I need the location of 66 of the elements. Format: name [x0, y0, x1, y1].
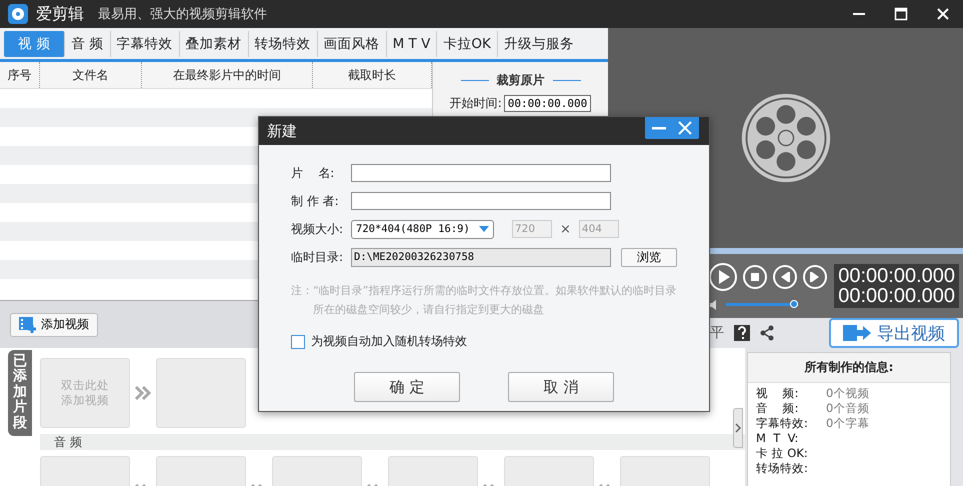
tab[interactable]: 卡拉OK	[437, 30, 498, 56]
volume-thumb[interactable]	[790, 300, 798, 308]
tab[interactable]: 转场特效	[248, 30, 318, 56]
title-label: 片 名:	[291, 164, 336, 182]
clip-slot[interactable]	[156, 358, 246, 428]
column-header[interactable]: 文件名	[40, 62, 142, 88]
chevron-icon	[135, 386, 151, 400]
author-input[interactable]	[351, 192, 611, 210]
info-value: 0个字幕	[826, 416, 870, 431]
volume-slider[interactable]	[726, 303, 798, 306]
start-time-field[interactable]: 00:00:00.000	[504, 95, 592, 112]
tab[interactable]: M T V	[386, 30, 438, 56]
tab[interactable]: 音 频	[65, 30, 111, 56]
info-label: 音 频:	[756, 401, 800, 416]
total-time: 00:00:00.000	[838, 286, 955, 306]
film-add-icon	[19, 316, 37, 332]
tab[interactable]: 画面风格	[318, 30, 387, 56]
tab[interactable]: 升级与服务	[498, 30, 580, 56]
maximize-icon	[894, 7, 908, 21]
info-title: 所有制作的信息:	[748, 353, 950, 383]
temp-dir-label: 临时目录:	[291, 248, 344, 266]
column-header[interactable]: 序号	[0, 62, 40, 88]
trim-title: 裁剪原片	[460, 72, 580, 89]
add-video-button[interactable]: 添加视频	[10, 312, 98, 336]
app-logo-icon	[8, 4, 28, 24]
dialog-close-button[interactable]	[677, 120, 693, 136]
info-value: 0个视频	[826, 386, 870, 401]
times-sign: ×	[560, 222, 571, 236]
app-name: 爱剪辑	[36, 4, 84, 24]
export-icon	[843, 324, 871, 342]
info-label: 转场特效:	[756, 461, 809, 476]
dropdown-arrow-icon	[479, 226, 489, 232]
ok-button[interactable]: 确 定	[354, 372, 460, 402]
info-label: 卡 拉 OK:	[756, 446, 809, 461]
author-label: 制 作 者:	[291, 192, 340, 210]
chevron-right-icon	[735, 423, 741, 433]
video-size-dropdown[interactable]: 720*404(480P 16:9)	[351, 220, 494, 238]
column-header[interactable]: 在最终影片中的时间	[142, 62, 313, 88]
cancel-button[interactable]: 取 消	[508, 372, 614, 402]
auto-transition-checkbox[interactable]	[291, 334, 305, 348]
browse-button[interactable]: 浏览	[621, 248, 677, 266]
audio-section-label: 音 频	[40, 434, 745, 450]
tab[interactable]: 视 频	[4, 30, 66, 56]
video-size-label: 视频大小:	[291, 220, 344, 238]
start-time-label: 开始时间:	[450, 95, 502, 112]
export-video-button[interactable]: 导出视频	[829, 318, 959, 348]
info-label: 视 频:	[756, 386, 800, 401]
auto-transition-label: 为视频自动加入随机转场特效	[311, 333, 467, 350]
temp-dir-field[interactable]: D:\ME20200326230758	[351, 248, 611, 266]
help-icon[interactable]	[734, 325, 750, 341]
platform-label: 平	[710, 324, 724, 342]
collapse-button[interactable]	[733, 408, 743, 448]
note-text: 注：“临时目录”指程序运行所需的临时文件存放位置。如果软件默认的临时目录所在的磁盘空间较少，请自行指定到更大的磁盘	[291, 283, 677, 318]
info-label: M T V:	[756, 431, 800, 446]
tab[interactable]: 叠加素材	[180, 30, 249, 56]
info-value: 0个音频	[826, 401, 870, 416]
current-time: 00:00:00.000	[838, 266, 955, 286]
share-icon[interactable]	[760, 325, 774, 341]
added-clips-tab[interactable]: 已添加片段	[8, 350, 32, 436]
close-icon	[678, 121, 692, 135]
app-tagline: 最易用、强大的视频剪辑软件	[98, 6, 267, 23]
title-input[interactable]	[351, 164, 611, 182]
close-icon	[936, 7, 950, 21]
tab[interactable]: 字幕特效	[110, 30, 180, 56]
info-label: 字幕特效:	[756, 416, 809, 431]
dialog-title: 新建	[267, 122, 297, 140]
